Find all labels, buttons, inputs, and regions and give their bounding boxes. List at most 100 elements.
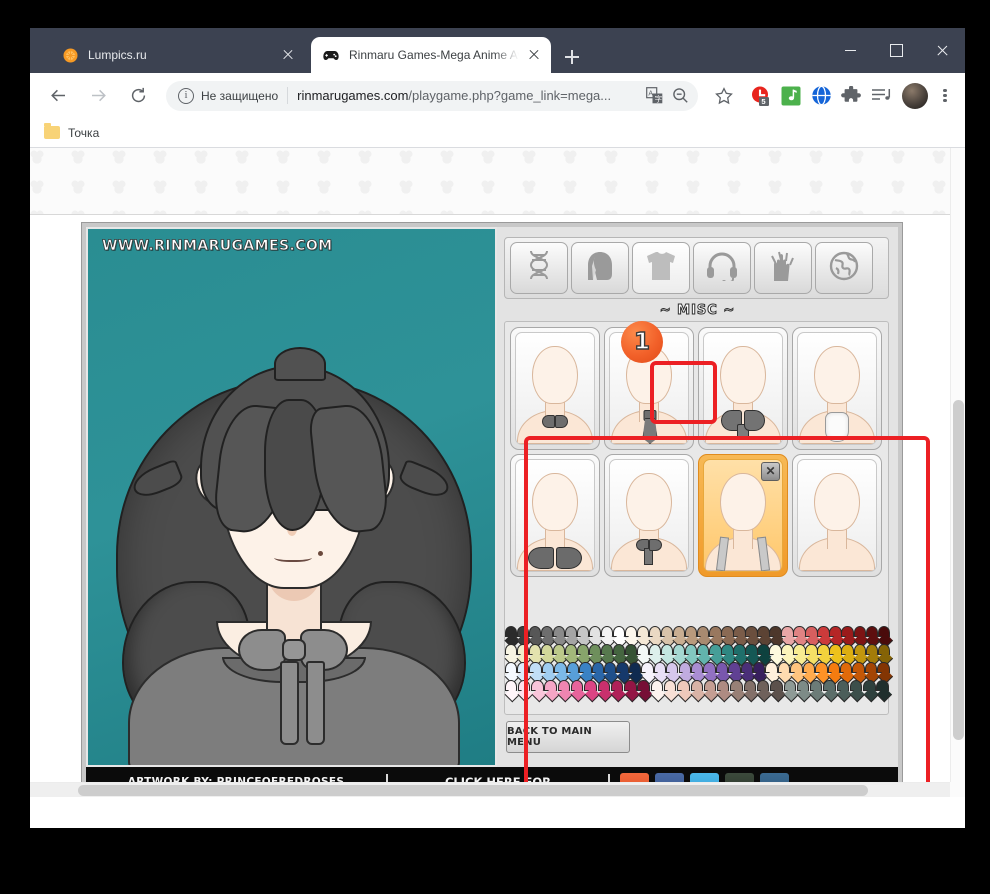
color-swatch[interactable] [540,625,554,641]
color-swatch[interactable] [579,661,592,677]
color-swatch[interactable] [783,679,796,695]
color-swatch[interactable] [624,643,638,659]
color-swatch[interactable] [624,679,637,695]
category-tab-background[interactable] [815,242,873,294]
color-swatch[interactable] [600,625,614,641]
item-ribbon[interactable] [604,454,694,577]
category-tab-hands[interactable] [754,242,812,294]
color-swatch[interactable] [600,643,614,659]
color-swatch[interactable] [541,661,555,677]
globe-extension-icon[interactable] [808,83,834,109]
color-swatch[interactable] [616,661,629,677]
color-swatch[interactable] [796,679,810,695]
color-swatch[interactable] [743,679,757,695]
color-swatch[interactable] [584,679,597,695]
color-swatch[interactable] [853,643,866,659]
color-swatch[interactable] [829,625,842,641]
color-swatch[interactable] [752,661,766,677]
color-swatch[interactable] [829,643,842,659]
color-swatch[interactable] [757,625,770,641]
reload-button[interactable] [123,81,153,111]
deviantart-icon[interactable] [725,773,754,782]
color-swatch[interactable] [876,679,889,695]
color-swatch[interactable] [650,679,664,695]
color-swatch[interactable] [648,625,662,641]
color-swatch[interactable] [672,625,686,641]
twitter-icon[interactable]: t [690,773,719,782]
color-swatch[interactable] [677,679,690,695]
color-swatch[interactable] [805,643,818,659]
color-swatch[interactable] [544,679,557,695]
color-swatch[interactable] [817,625,830,641]
color-swatch[interactable] [703,661,716,677]
color-swatch[interactable] [624,625,638,641]
back-to-main-menu-button[interactable]: BACK TO MAIN MENU [506,721,630,753]
zoom-out-icon[interactable] [668,84,692,108]
color-swatch[interactable] [636,625,650,641]
color-swatch[interactable] [684,625,698,641]
item-bow-large[interactable] [698,327,788,450]
color-swatch[interactable] [793,643,806,659]
category-tab-clothes[interactable] [632,242,690,294]
color-swatch[interactable] [516,643,530,659]
bookmark-star-icon[interactable] [709,81,739,111]
color-swatch[interactable] [865,625,878,641]
color-swatch[interactable] [877,625,890,641]
item-cravat[interactable] [792,327,882,450]
maximize-button[interactable] [873,28,919,73]
color-swatch[interactable] [612,643,626,659]
color-swatch[interactable] [603,661,617,677]
color-swatch[interactable] [815,661,828,677]
item-none[interactable] [792,454,882,577]
color-swatch[interactable] [672,643,686,659]
color-swatch[interactable] [612,625,626,641]
color-swatch[interactable] [863,679,876,695]
instagram-icon[interactable] [620,773,649,782]
minimize-button[interactable] [827,28,873,73]
color-swatch[interactable] [709,625,722,641]
color-swatch[interactable] [557,679,571,695]
color-swatch[interactable] [697,643,710,659]
color-swatch[interactable] [660,643,674,659]
color-swatch[interactable] [566,661,580,677]
color-swatch[interactable] [777,661,791,677]
color-swatch[interactable] [529,661,542,677]
forward-button[interactable] [83,81,113,111]
color-swatch[interactable] [653,661,667,677]
color-swatch[interactable] [770,679,783,695]
color-swatch[interactable] [504,661,517,677]
color-swatch[interactable] [637,679,650,695]
color-swatch[interactable] [877,661,890,677]
color-swatch[interactable] [805,625,818,641]
color-swatch[interactable] [504,679,517,695]
color-swatch[interactable] [730,679,743,695]
category-tab-accessories[interactable] [693,242,751,294]
color-swatch[interactable] [781,625,794,641]
color-swatch[interactable] [733,625,746,641]
color-swatch[interactable] [641,661,654,677]
color-swatch[interactable] [690,661,704,677]
color-swatch[interactable] [528,625,542,641]
color-swatch[interactable] [660,625,674,641]
horizontal-scrollbar-thumb[interactable] [78,785,868,796]
color-swatch[interactable] [504,625,517,641]
color-swatch[interactable] [841,625,854,641]
color-swatch[interactable] [678,661,691,677]
color-swatch[interactable] [588,625,602,641]
color-swatch[interactable] [709,643,722,659]
color-swatch[interactable] [769,643,782,659]
color-swatch[interactable] [552,643,566,659]
color-swatch[interactable] [809,679,823,695]
color-swatch[interactable] [610,679,624,695]
color-swatch[interactable] [717,679,730,695]
color-swatch[interactable] [852,661,865,677]
close-window-button[interactable] [919,28,965,73]
color-swatch[interactable] [827,661,840,677]
color-swatch[interactable] [756,679,770,695]
color-swatch[interactable] [690,679,703,695]
close-icon[interactable] [525,46,543,64]
color-swatch[interactable] [745,625,758,641]
translate-icon[interactable]: A 字 [642,84,666,108]
color-swatch[interactable] [836,679,850,695]
color-swatch[interactable] [564,643,578,659]
